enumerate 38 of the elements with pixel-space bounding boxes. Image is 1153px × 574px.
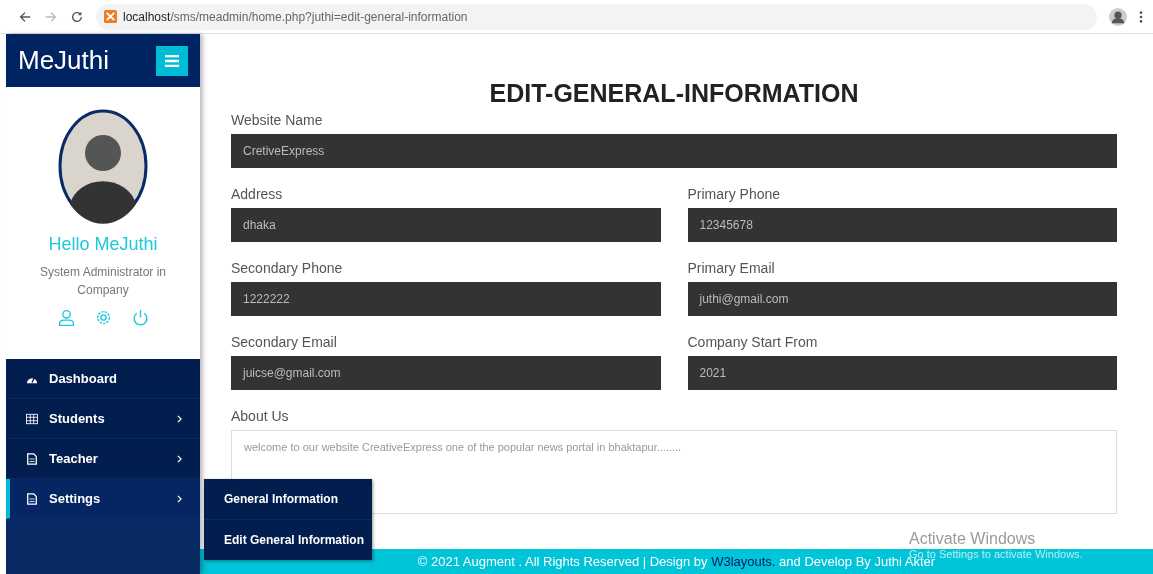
field-label: Secondary Email — [231, 334, 338, 352]
brand-name[interactable]: MeJuthi — [18, 45, 110, 76]
input-field[interactable]: 12345678 — [687, 208, 1117, 242]
chevron-icon — [177, 454, 182, 463]
input-field[interactable]: CretiveExpress — [231, 134, 1117, 168]
input-field[interactable]: 1222222 — [231, 282, 661, 316]
field-label: Secondary Phone — [231, 260, 344, 278]
page-title: EDIT-GENERAL-INFORMATION — [488, 78, 860, 109]
reload-icon[interactable] — [70, 9, 84, 24]
input-field[interactable]: 2021 — [687, 356, 1117, 390]
input-field[interactable]: dhaka — [231, 208, 661, 242]
field-label: About Us — [231, 408, 290, 426]
user-role: System Administrator in Company — [38, 264, 167, 299]
field-label: Primary Email — [687, 260, 776, 278]
menu-item[interactable]: Dashboard — [6, 359, 200, 399]
back-icon[interactable] — [18, 9, 32, 24]
activation-notice-title: Activate Windows — [909, 530, 1037, 548]
menu-item[interactable]: Teacher — [6, 439, 200, 479]
field-label: Primary Phone — [687, 186, 782, 204]
footer-link[interactable]: W3layouts. — [711, 554, 776, 569]
address-bar[interactable]: localhost/sms/meadmin/home.php?juthi=edit-general-information — [96, 3, 1097, 30]
field-label: Address — [231, 186, 284, 204]
table-icon — [26, 412, 38, 425]
input-field[interactable]: juthi@gmail.com — [687, 282, 1117, 316]
site-icon — [104, 10, 117, 23]
document-icon — [26, 492, 38, 505]
more-icon[interactable] — [1139, 9, 1143, 24]
chevron-icon — [177, 414, 182, 423]
greeting: Hello MeJuthi — [48, 234, 158, 255]
input-field[interactable]: juicse@gmail.com — [231, 356, 661, 390]
field-label: Company Start From — [687, 334, 819, 352]
menu-icon — [165, 54, 179, 67]
chevron-icon — [177, 494, 182, 503]
menu-button[interactable] — [156, 45, 188, 76]
avatar-icon[interactable] — [1109, 7, 1127, 26]
menu-item[interactable]: Students — [6, 399, 200, 439]
field-label: Website Name — [231, 112, 324, 130]
document-icon — [26, 452, 38, 465]
